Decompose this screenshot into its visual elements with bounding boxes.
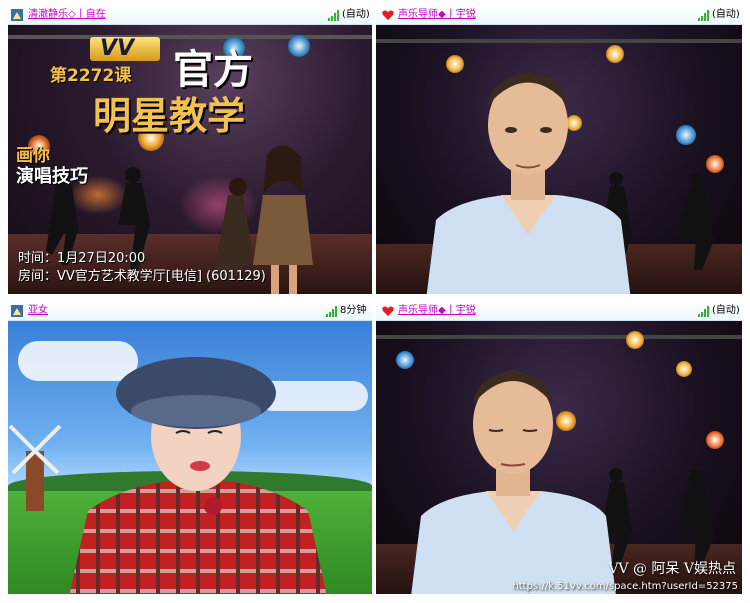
status-text: 8分钟 (340, 305, 367, 316)
username-link[interactable]: 清澈静乐◇丨自在 (28, 6, 106, 24)
video-feed (8, 321, 372, 594)
teacher-person (411, 370, 616, 594)
signal-icon (328, 10, 340, 21)
windmill-icon (8, 424, 62, 511)
video-feed: VV 第2272课 官方 明星教学 画你 演唱技巧 时间：1月27日20:00 … (8, 25, 372, 294)
panel-title-bar: 声乐导师◆丨宇锐 (自动) (376, 302, 742, 321)
poster-lesson: 第2272课 (50, 66, 132, 86)
poster-title-line2: 明星教学 (93, 94, 246, 138)
poster-subtitle-line2: 演唱技巧 (16, 166, 88, 187)
video-feed: VV @ 阿呆 V娱热点 https://k.51vv.com/space.ht… (376, 321, 742, 594)
signal-icon (698, 306, 710, 317)
poster-room: 房间：VV官方艺术教学厅[电信] (601129) (18, 269, 266, 284)
panel-title-bar: 清澈静乐◇丨自在 (自动) (8, 6, 372, 25)
video-panel-bottom-right: 声乐导师◆丨宇锐 (自动) VV @ 阿呆 V娱热点 https://k.51v… (376, 302, 742, 594)
teacher-person (426, 72, 631, 294)
video-panel-top-left: 清澈静乐◇丨自在 (自动) VV 第2272课 官方 明星教学 画你 演唱技巧 … (8, 6, 372, 294)
poster-brand: VV (100, 36, 135, 61)
status-text: (自动) (342, 9, 370, 20)
status-text: (自动) (712, 305, 740, 316)
status-text: (自动) (712, 9, 740, 20)
panel-title-bar: 亚女 8分钟 (8, 302, 372, 321)
watermark-main: VV @ 阿呆 V娱热点 (608, 561, 736, 577)
panel-title-bar: 声乐导师◆丨宇锐 (自动) (376, 6, 742, 25)
signal-icon (698, 10, 710, 21)
video-panel-bottom-left: 亚女 8分钟 (8, 302, 372, 594)
singer-person (69, 357, 327, 594)
username-link[interactable]: 声乐导师◆丨宇锐 (398, 302, 476, 320)
user-avatar-icon (11, 305, 23, 317)
username-link[interactable]: 亚女 (28, 302, 48, 320)
heart-icon (382, 9, 394, 21)
heart-icon (382, 305, 394, 317)
username-link[interactable]: 声乐导师◆丨宇锐 (398, 6, 476, 24)
video-feed (376, 25, 742, 294)
signal-icon (326, 306, 338, 317)
video-panel-top-right: 声乐导师◆丨宇锐 (自动) (376, 6, 742, 294)
singer-figure (253, 145, 313, 294)
poster-time: 时间：1月27日20:00 (18, 251, 146, 266)
watermark-url: https://k.51vv.com/space.htm?userId=5237… (512, 581, 738, 592)
user-avatar-icon (11, 9, 23, 21)
